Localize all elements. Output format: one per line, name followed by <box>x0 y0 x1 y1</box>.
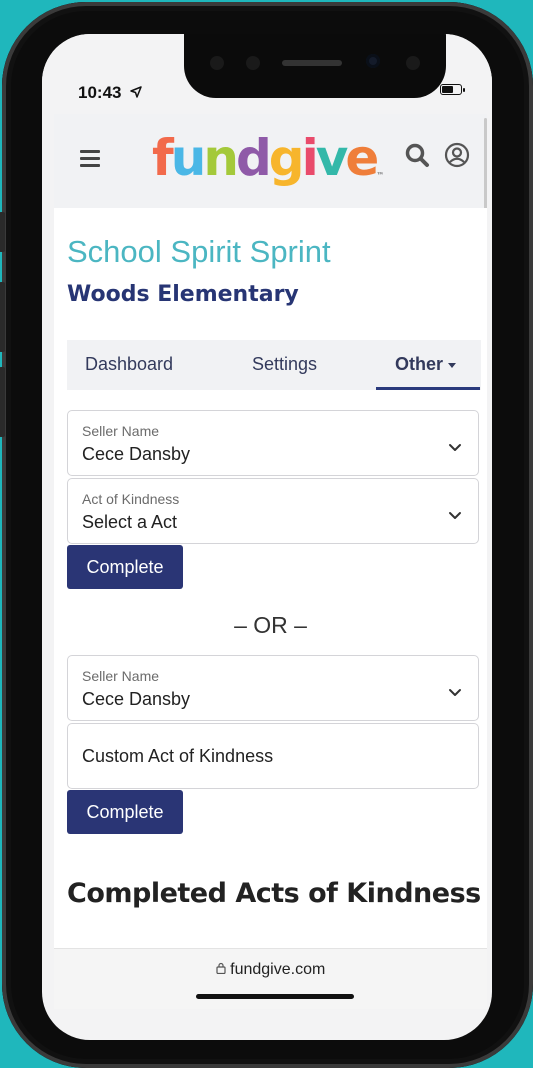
seller-name-value: Cece Dansby <box>82 444 191 464</box>
status-time: 10:43 <box>78 83 142 103</box>
logo-letter: d <box>235 129 272 187</box>
chevron-down-icon <box>448 439 462 457</box>
seller-name-select[interactable]: Seller Name Cece Dansby <box>67 410 479 476</box>
browser-url-bar[interactable]: fundgive.com <box>54 948 487 1009</box>
campaign-title: School Spirit Sprint <box>67 234 331 269</box>
time-text: 10:43 <box>78 83 122 102</box>
seller-name-label: Seller Name <box>82 423 160 439</box>
front-camera <box>366 54 380 68</box>
volume-down-button <box>0 367 5 437</box>
custom-act-placeholder: Custom Act of Kindness <box>82 746 274 766</box>
seller-name-select-2[interactable]: Seller Name Cece Dansby <box>67 655 479 721</box>
complete-button[interactable]: Complete <box>67 545 183 589</box>
seller-name-value: Cece Dansby <box>82 689 191 709</box>
url-text: fundgive.com <box>230 961 326 978</box>
completed-acts-heading: Completed Acts of Kindness <box>67 878 481 909</box>
tab-dashboard[interactable]: Dashboard <box>85 354 173 375</box>
logo-letter: i <box>301 129 319 187</box>
app-header: fundgive™ <box>54 114 487 208</box>
logo-letter: e <box>345 129 379 187</box>
url-display[interactable]: fundgive.com <box>54 961 487 979</box>
logo-letter: u <box>170 129 207 187</box>
logo-letter: v <box>315 129 349 187</box>
chevron-down-icon <box>448 507 462 525</box>
mute-switch <box>0 212 5 252</box>
custom-act-input[interactable]: Custom Act of Kindness <box>67 723 479 789</box>
trademark-mark: ™ <box>376 171 385 180</box>
logo-letter: g <box>268 129 305 187</box>
logo-letter: n <box>203 129 239 187</box>
speaker-grille <box>282 60 342 66</box>
sensor-dot <box>210 56 224 70</box>
chevron-down-icon <box>448 684 462 702</box>
battery-icon <box>440 84 465 95</box>
location-arrow-icon <box>130 85 142 101</box>
seller-name-label: Seller Name <box>82 668 160 684</box>
act-of-kindness-label: Act of Kindness <box>82 491 180 507</box>
home-indicator[interactable] <box>196 994 354 999</box>
tab-settings[interactable]: Settings <box>252 354 317 375</box>
or-separator: – OR – <box>234 612 307 638</box>
fundgive-logo[interactable]: fundgive™ <box>152 128 384 188</box>
tab-other-label: Other <box>395 354 444 374</box>
school-name: Woods Elementary <box>67 282 299 307</box>
act-of-kindness-select[interactable]: Act of Kindness Select a Act <box>67 478 479 544</box>
tab-bar: Dashboard Settings Other <box>67 340 481 390</box>
search-icon[interactable] <box>404 142 430 173</box>
logo-letter: f <box>152 129 174 187</box>
lock-icon <box>216 961 226 978</box>
main-content: School Spirit Sprint Woods Elementary Da… <box>54 208 487 948</box>
sensor-dot <box>246 56 260 70</box>
caret-down-icon <box>448 362 457 368</box>
act-of-kindness-value: Select a Act <box>82 512 178 532</box>
menu-icon[interactable] <box>80 150 100 171</box>
notch <box>184 34 446 98</box>
active-tab-indicator <box>376 387 480 390</box>
account-icon[interactable] <box>444 142 470 173</box>
sensor-dot <box>406 56 420 70</box>
volume-up-button <box>0 282 5 352</box>
complete-button-2[interactable]: Complete <box>67 790 183 834</box>
tab-other[interactable]: Other <box>395 354 457 375</box>
